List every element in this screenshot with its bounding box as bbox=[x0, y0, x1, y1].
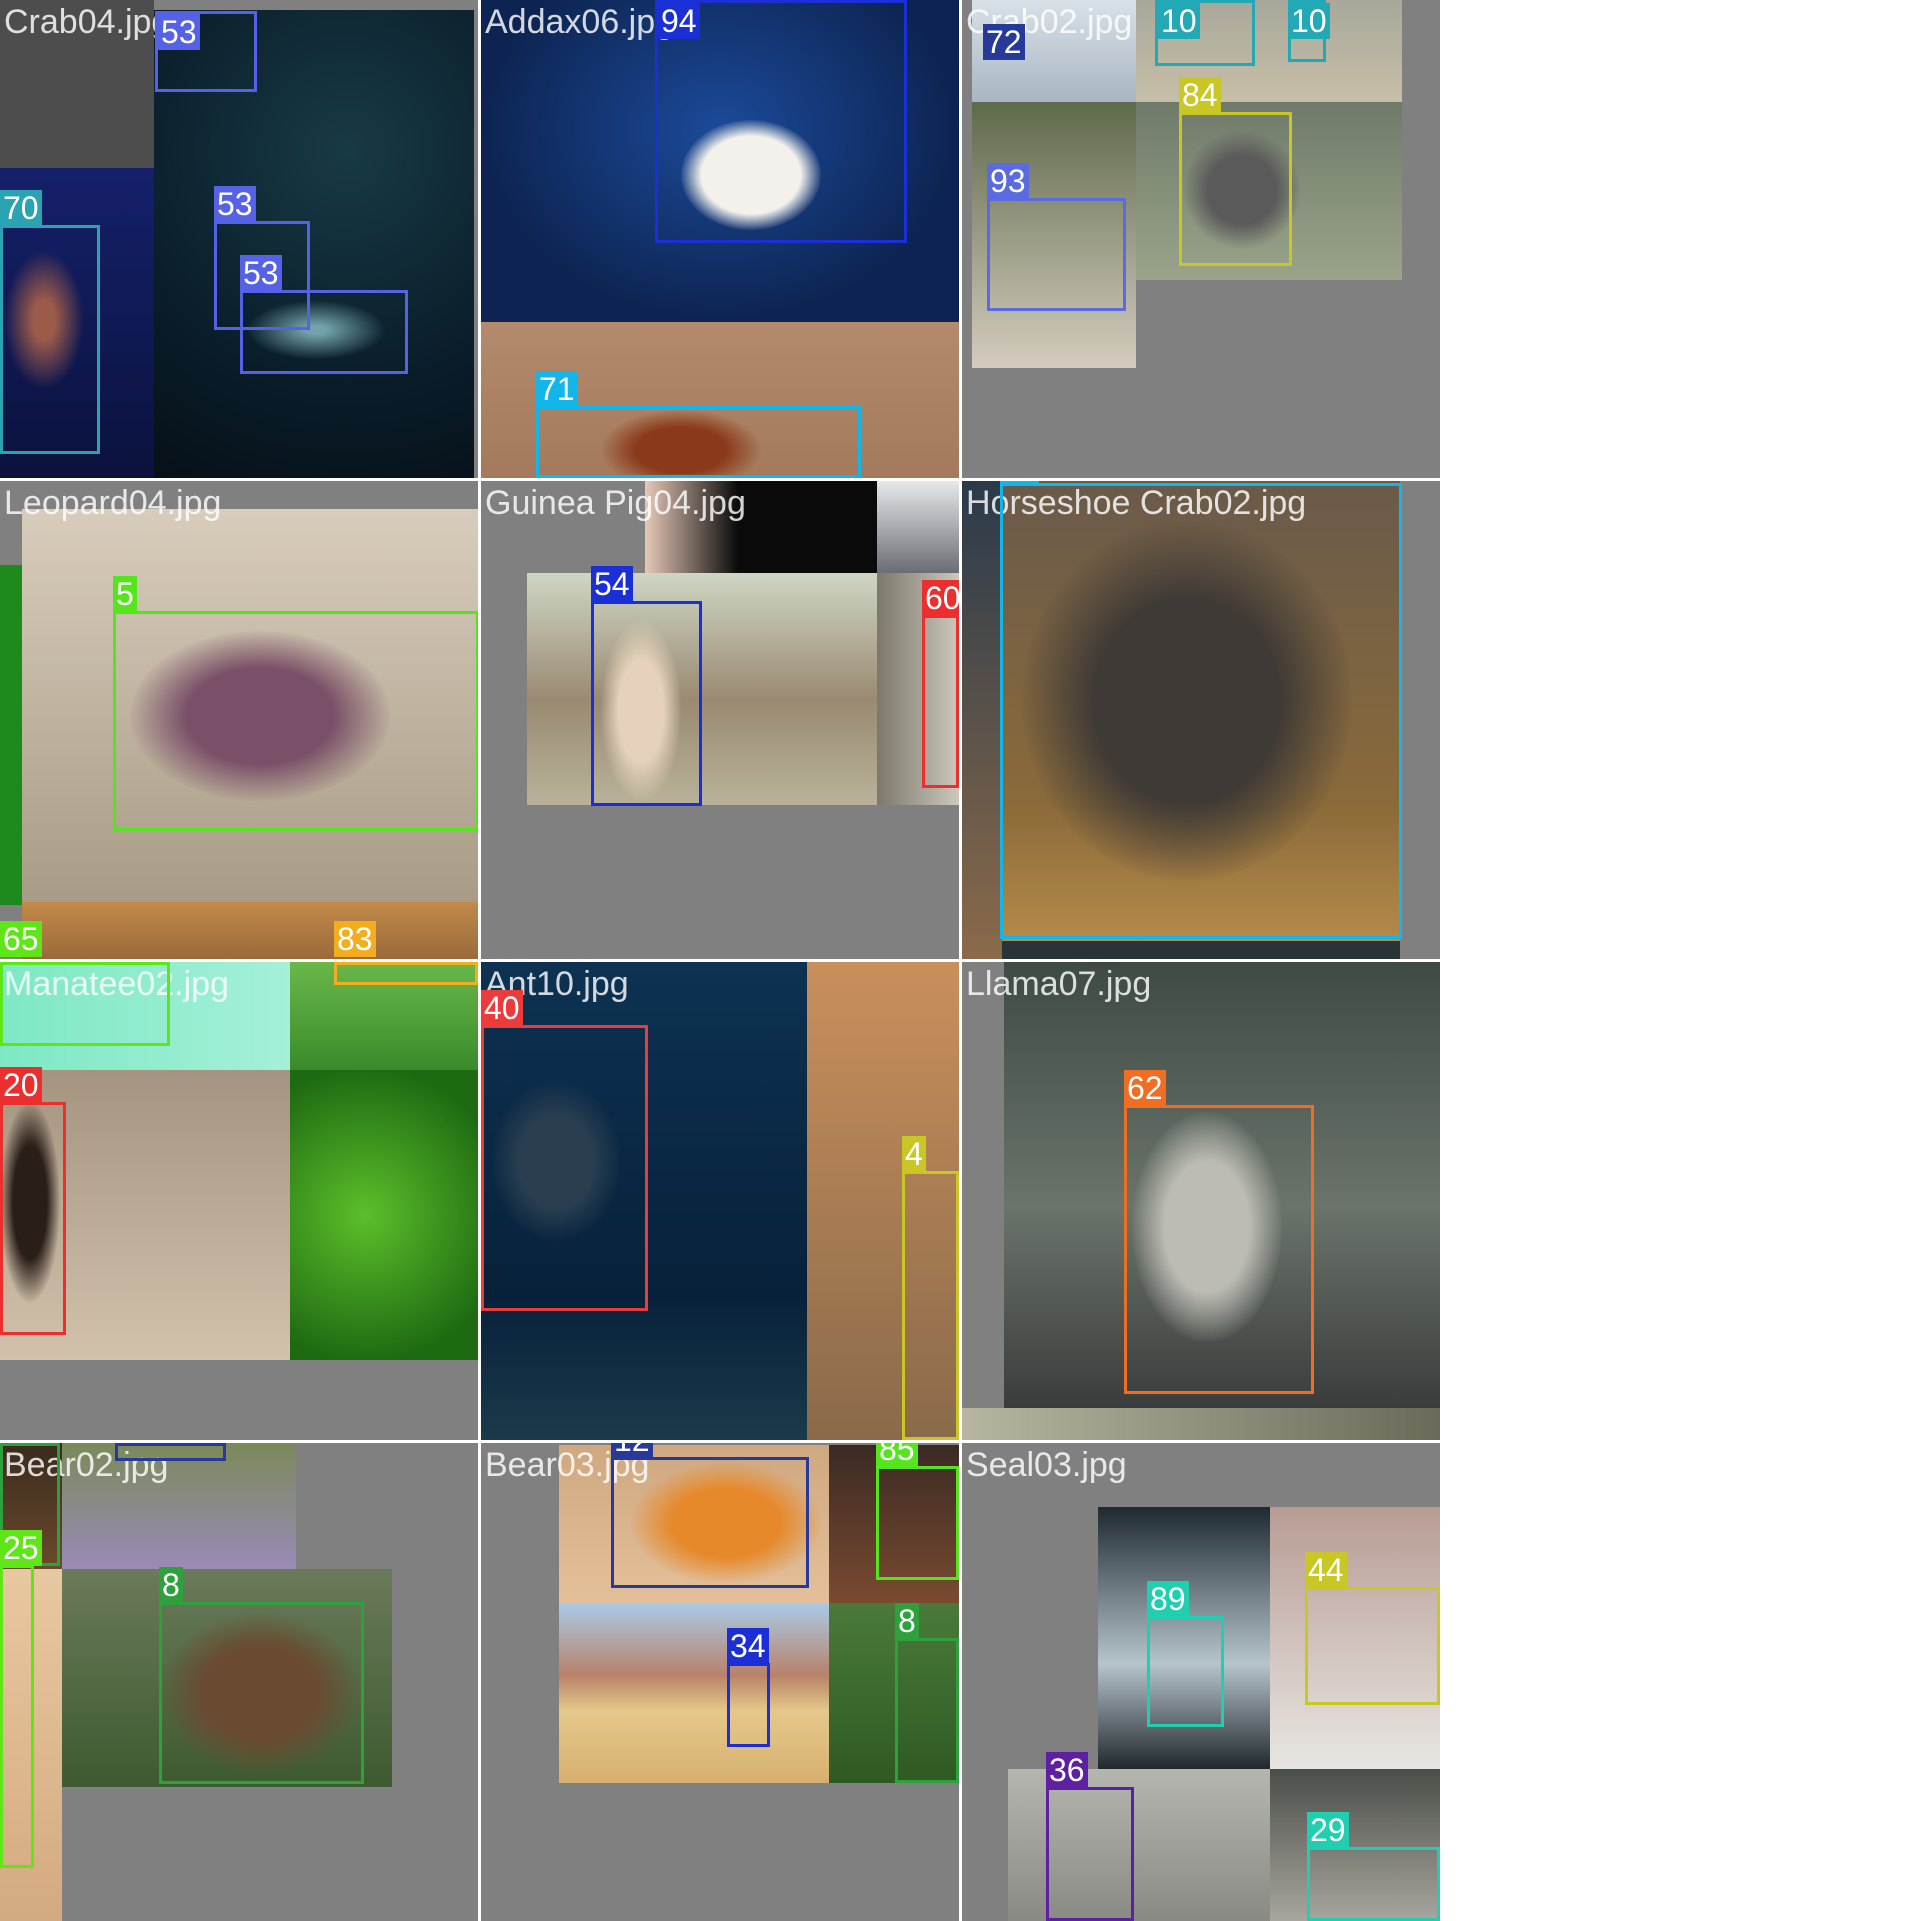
photo-green-strip bbox=[0, 565, 22, 905]
bounding-box: 34 bbox=[727, 1628, 770, 1747]
box-label: 8 bbox=[0, 1443, 24, 1444]
box-label: 54 bbox=[591, 566, 633, 602]
mosaic-cell: Bear03.jpg 12 85 8 34 bbox=[481, 1443, 959, 1921]
box-label: 36 bbox=[1046, 1752, 1088, 1788]
bounding-box: 85 bbox=[876, 1443, 959, 1580]
mosaic-cell: Llama07.jpg 62 bbox=[962, 962, 1440, 1440]
photo-bottom-blur bbox=[962, 1408, 1440, 1440]
mosaic-cell: Crab02.jpg 72 10 10 84 93 bbox=[962, 0, 1440, 478]
filename-label: Leopard04.jpg bbox=[4, 484, 222, 522]
photo-green-blur bbox=[290, 1070, 478, 1360]
filename-label: Seal03.jpg bbox=[966, 1446, 1127, 1484]
box-label: 53 bbox=[214, 186, 256, 222]
box-label: 89 bbox=[1147, 1581, 1189, 1617]
photo-grass bbox=[22, 902, 478, 959]
mosaic-cell: Manatee02.jpg 20 bbox=[0, 962, 478, 1440]
box-label: 72 bbox=[983, 24, 1025, 60]
bounding-box: 60 bbox=[922, 580, 959, 788]
bounding-box: 10 bbox=[1288, 0, 1330, 62]
bounding-box: 8 bbox=[159, 1567, 364, 1784]
box-label: 20 bbox=[0, 1067, 42, 1103]
bounding-box: 93 bbox=[987, 163, 1126, 311]
bounding-box: 12 bbox=[611, 1443, 809, 1588]
box-label: 84 bbox=[1179, 77, 1221, 113]
box-label: 10 bbox=[1158, 3, 1200, 39]
mosaic-cell: Horseshoe Crab02.jpg 11 bbox=[962, 481, 1440, 959]
filename-label: Llama07.jpg bbox=[966, 965, 1152, 1003]
mosaic-cell: Crab04.jpg 53 53 53 70 bbox=[0, 0, 478, 478]
bounding-box: 12 bbox=[115, 1443, 226, 1461]
bounding-box: 11 bbox=[1000, 481, 1402, 939]
photo-water-edge bbox=[962, 481, 1002, 959]
bounding-box: 40 bbox=[481, 990, 648, 1311]
box-label: 40 bbox=[481, 990, 523, 1026]
box-label: 85 bbox=[876, 1443, 918, 1467]
box-label: 8 bbox=[159, 1567, 183, 1603]
box-label: 44 bbox=[1305, 1552, 1347, 1588]
box-label: 93 bbox=[987, 163, 1029, 199]
photo-kangaroo bbox=[527, 573, 877, 805]
box-label: 5 bbox=[113, 576, 137, 612]
bounding-box: 20 bbox=[0, 1067, 66, 1335]
filename-label: Crab04.jpg bbox=[4, 3, 171, 41]
box-label: 60 bbox=[922, 580, 959, 616]
mosaic-cell: Leopard04.jpg 5 65 83 bbox=[0, 481, 478, 959]
box-label: 25 bbox=[0, 1530, 42, 1566]
mosaic-cell: Ant10.jpg 40 4 bbox=[481, 962, 959, 1440]
box-label: 53 bbox=[240, 255, 282, 291]
box-label: 62 bbox=[1124, 1070, 1166, 1106]
mosaic-cell: Seal03.jpg 89 44 36 29 bbox=[962, 1443, 1440, 1921]
box-label: 8 bbox=[895, 1603, 919, 1639]
bounding-box: 36 bbox=[1046, 1752, 1134, 1921]
bounding-box: 44 bbox=[1305, 1552, 1440, 1705]
bounding-box: 10 bbox=[1155, 0, 1255, 66]
mosaic-cell: Addax06.jpg 94 71 bbox=[481, 0, 959, 478]
blank-margin bbox=[1440, 0, 1920, 1920]
box-label: 34 bbox=[727, 1628, 769, 1664]
box-label: 10 bbox=[1288, 3, 1330, 39]
box-label: 65 bbox=[0, 921, 42, 957]
bounding-box: 94 bbox=[655, 0, 907, 243]
bounding-box: 71 bbox=[536, 371, 861, 478]
mosaic-cell: Bear02.jpg 8 12 25 8 bbox=[0, 1443, 478, 1921]
box-label: 11 bbox=[1000, 481, 1040, 484]
box-label: 12 bbox=[611, 1443, 653, 1458]
filename-label: Guinea Pig04.jpg bbox=[485, 484, 746, 522]
box-label: 29 bbox=[1307, 1812, 1349, 1848]
bounding-box: 84 bbox=[1179, 77, 1292, 266]
detection-mosaic: Crab04.jpg 53 53 53 70 Addax06.jpg 94 71… bbox=[0, 0, 1440, 1921]
bounding-box bbox=[334, 962, 478, 985]
box-label: 4 bbox=[902, 1136, 926, 1172]
bounding-box bbox=[0, 962, 170, 1046]
photo-desert bbox=[559, 1603, 829, 1783]
bounding-box: 70 bbox=[0, 190, 100, 454]
bounding-box: 4 bbox=[902, 1136, 959, 1440]
bounding-box: 89 bbox=[1147, 1581, 1224, 1727]
bounding-box: 62 bbox=[1124, 1070, 1314, 1394]
photo-snow bbox=[877, 481, 959, 573]
box-label: 71 bbox=[536, 371, 578, 407]
mosaic-cell: Guinea Pig04.jpg 54 60 bbox=[481, 481, 959, 959]
photo-bottom-strip bbox=[1002, 941, 1400, 959]
bounding-box: 53 bbox=[155, 11, 257, 92]
filename-label: Addax06.jpg bbox=[485, 3, 675, 41]
bounding-box: 25 bbox=[0, 1530, 42, 1868]
box-label: 53 bbox=[158, 14, 200, 50]
box-label: 70 bbox=[0, 190, 42, 226]
box-label: 12 bbox=[115, 1443, 157, 1444]
bounding-box: 8 bbox=[895, 1603, 959, 1783]
bounding-box: 5 bbox=[113, 576, 478, 831]
bounding-box: 54 bbox=[591, 566, 702, 806]
bounding-box: 29 bbox=[1307, 1812, 1440, 1921]
box-label: 83 bbox=[334, 921, 376, 957]
box-label: 94 bbox=[658, 3, 700, 39]
bounding-box: 53 bbox=[240, 255, 408, 374]
